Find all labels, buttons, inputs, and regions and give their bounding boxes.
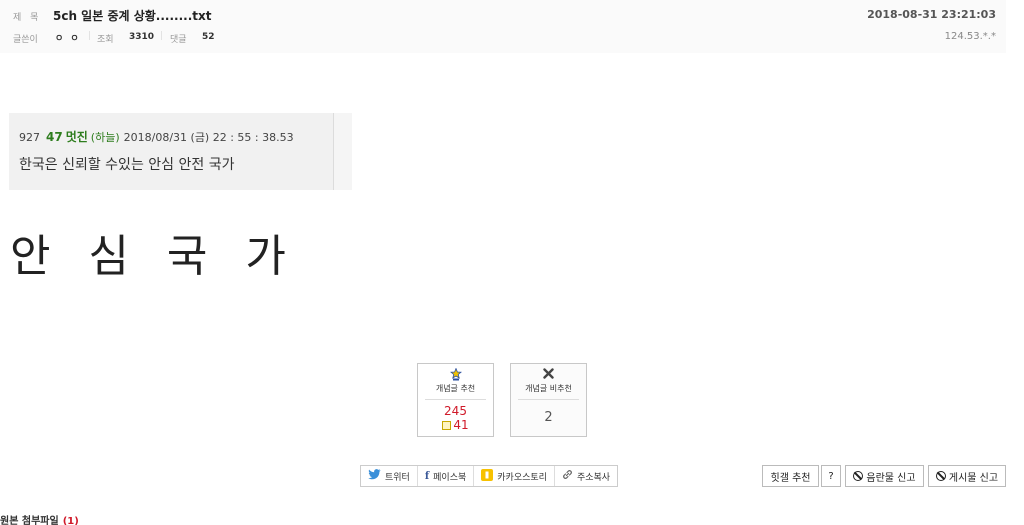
share-facebook-button[interactable]: f 페이스북: [418, 466, 475, 486]
meta-separator: |: [88, 31, 92, 41]
x-mark-icon: [511, 368, 586, 381]
comments-label: 댓글: [170, 35, 187, 45]
share-facebook-label: 페이스북: [433, 472, 467, 483]
help-button[interactable]: ?: [821, 465, 841, 487]
vote-divider: [425, 399, 486, 400]
writer-label: 글쓴이: [13, 35, 38, 45]
quoted-post-meta: 927 47 멋진 (하늘) 2018/08/31 (금) 22 : 55 : 38.5…: [19, 128, 294, 145]
report-obscene-button[interactable]: 음란물 신고: [845, 465, 924, 487]
writer-ip: 124.53.*.*: [944, 31, 996, 42]
post-header-title-row: 제 목 5ch 일본 중계 상황........txt 2018-08-31 2…: [0, 0, 1006, 28]
attachments-label: 원본 첨부파일: [0, 516, 59, 525]
recommend-count: 245: [444, 404, 467, 418]
recommend-label: 개념글 추천: [435, 384, 476, 393]
kakaostory-icon: [481, 468, 494, 484]
fixed-user-icon: [442, 421, 452, 430]
recommend-button[interactable]: 개념글 추천 245 41: [417, 363, 494, 437]
share-kakaostory-label: 카카오스토리: [497, 472, 547, 483]
twitter-icon: [368, 469, 381, 483]
post-date: 2018-08-31 23:21:03: [867, 8, 996, 21]
fixed-recommend-row: 41: [418, 418, 493, 432]
attachments-row[interactable]: 원본 첨부파일 (1): [0, 512, 79, 525]
share-twitter-label: 트위터: [385, 472, 410, 483]
views-count: 3310: [129, 32, 155, 42]
not-recommend-button[interactable]: 개념글 비추천 2: [510, 363, 587, 437]
meta-separator: |: [160, 31, 164, 41]
title-label: 제 목: [13, 13, 42, 23]
post-header: 제 목 5ch 일본 중계 상황........txt 2018-08-31 2…: [0, 0, 1006, 53]
quoted-post-nickname: 멋진: [65, 130, 88, 144]
report-obscene-label: 음란물 신고: [866, 472, 916, 484]
quoted-post-nickname-sub: (하늘): [90, 131, 120, 144]
copy-url-label: 주소복사: [576, 472, 611, 483]
ban-icon: [853, 471, 864, 481]
report-post-label: 게시물 신고: [948, 472, 999, 484]
quoted-post-text: 한국은 신뢰할 수있는 안심 안전 국가: [19, 157, 235, 173]
report-post-button[interactable]: 게시물 신고: [928, 465, 1006, 487]
writer-nickname[interactable]: ㅇ ㅇ: [55, 31, 81, 44]
not-recommend-label: 개념글 비추천: [525, 384, 572, 393]
share-kakaostory-button[interactable]: 카카오스토리: [474, 466, 555, 486]
post-header-meta-row: 글쓴이 ㅇ ㅇ | 조회 3310 | 댓글 52 124.53.*.*: [0, 28, 1006, 50]
copy-url-button[interactable]: 주소복사: [555, 466, 617, 486]
attachments-count: (1): [62, 516, 79, 525]
vote-divider: [518, 399, 579, 400]
quoted-post-inner: 927 47 멋진 (하늘) 2018/08/31 (금) 22 : 55 : 38.5…: [9, 113, 334, 190]
quoted-post-number2: 47: [46, 130, 63, 144]
post-title: 5ch 일본 중계 상황........txt: [53, 9, 212, 23]
share-bar: 트위터 f 페이스북 카카오스토리 주소복사: [360, 465, 619, 487]
post-body-big-text: 안 심 국 가: [10, 231, 298, 282]
views-label: 조회: [97, 35, 114, 45]
fixed-recommend-count: 41: [453, 418, 469, 432]
comments-count[interactable]: 52: [202, 32, 215, 42]
quoted-post-datetime: 2018/08/31 (금) 22 : 55 : 38.53: [123, 131, 294, 144]
link-icon: [562, 469, 573, 483]
not-recommend-count: 2: [544, 410, 553, 425]
star-badge-icon: [418, 367, 493, 383]
facebook-icon: f: [424, 470, 430, 482]
hit-recommend-button[interactable]: 힛갤 추천: [762, 465, 819, 487]
share-twitter-button[interactable]: 트위터: [361, 466, 418, 486]
quoted-post-number: 927: [19, 131, 40, 144]
ban-icon: [935, 471, 946, 481]
quoted-post-box: 927 47 멋진 (하늘) 2018/08/31 (금) 22 : 55 : 38.5…: [9, 113, 352, 190]
